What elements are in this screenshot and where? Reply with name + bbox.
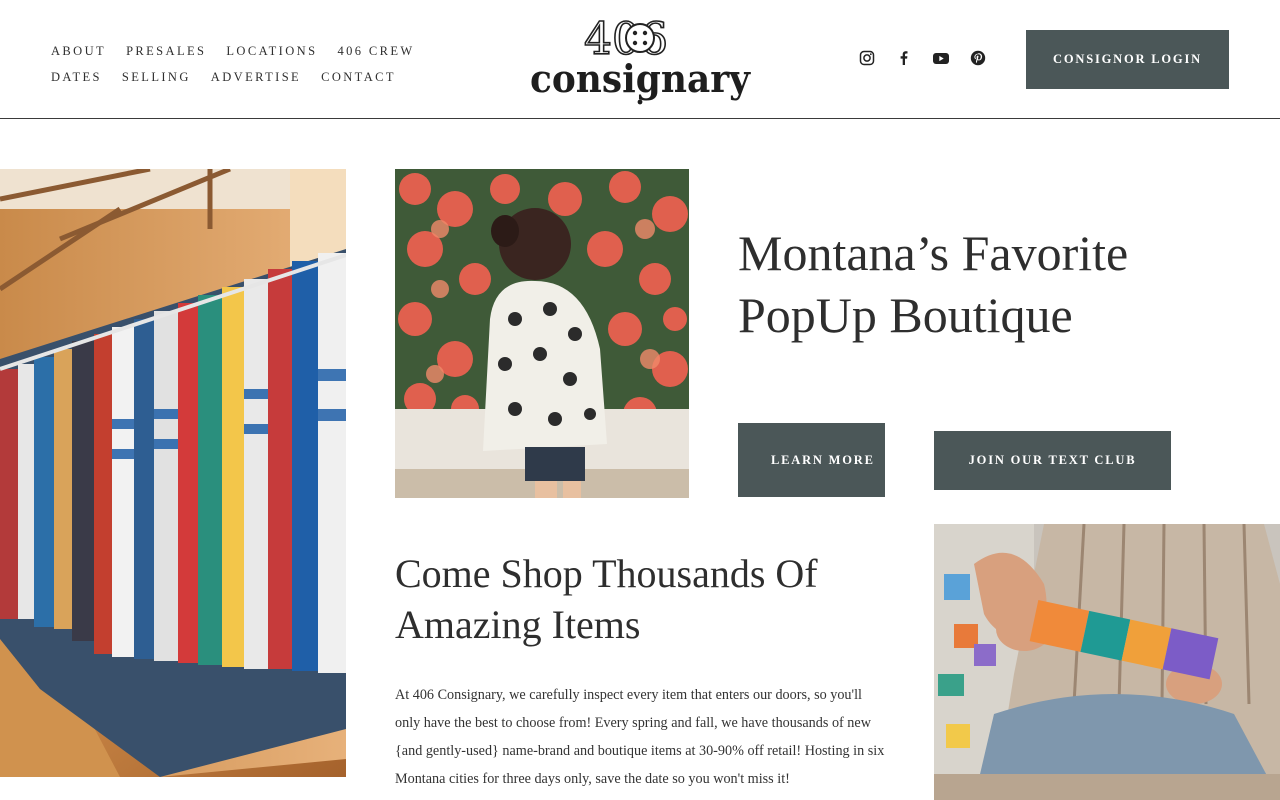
child-blocks-photo <box>934 524 1280 800</box>
consignor-login-button[interactable]: CONSIGNOR LOGIN <box>1026 30 1229 89</box>
svg-text:consignary: consignary <box>530 56 751 101</box>
social-links <box>858 49 987 67</box>
pinterest-icon[interactable] <box>969 49 987 67</box>
girl-flowers-photo <box>395 169 689 498</box>
instagram-icon[interactable] <box>858 49 876 67</box>
nav-link-406-crew[interactable]: 406 CREW <box>337 44 414 59</box>
nav-link-dates[interactable]: DATES <box>51 70 102 85</box>
clothing-racks-photo <box>0 169 346 777</box>
nav-link-locations[interactable]: LOCATIONS <box>226 44 317 59</box>
join-text-club-button[interactable]: JOIN OUR TEXT CLUB <box>934 431 1171 490</box>
nav-link-presales[interactable]: PRESALES <box>126 44 206 59</box>
nav-link-selling[interactable]: SELLING <box>122 70 191 85</box>
nav-row-2: DATES SELLING ADVERTISE CONTACT <box>51 64 431 90</box>
site-header: ABOUT PRESALES LOCATIONS 406 CREW DATES … <box>0 0 1280 119</box>
shop-title: Come Shop Thousands Of Amazing Items <box>395 551 818 647</box>
nav-link-about[interactable]: ABOUT <box>51 44 106 59</box>
nav-link-advertise[interactable]: ADVERTISE <box>211 70 301 85</box>
logo-graphic: 406 consignary <box>530 13 751 105</box>
facebook-icon[interactable] <box>895 49 913 67</box>
hero-title: Montana’s Favorite PopUp Boutique <box>738 225 1129 343</box>
main-nav: ABOUT PRESALES LOCATIONS 406 CREW DATES … <box>51 38 431 90</box>
shop-description: At 406 Consignary, we carefully inspect … <box>395 687 885 787</box>
youtube-icon[interactable] <box>932 49 950 67</box>
nav-row-1: ABOUT PRESALES LOCATIONS 406 CREW <box>51 38 431 64</box>
learn-more-button[interactable]: LEARN MORE <box>738 423 885 497</box>
nav-link-contact[interactable]: CONTACT <box>321 70 396 85</box>
site-logo[interactable]: 406 consignary <box>528 10 754 106</box>
